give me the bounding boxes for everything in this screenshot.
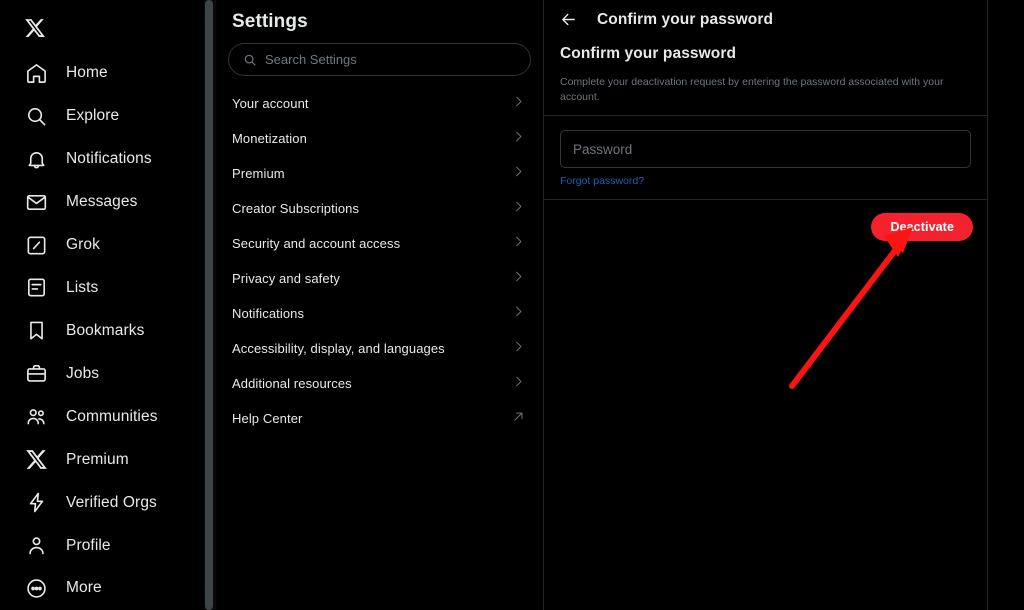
sidebar-item-label: Communities <box>66 407 158 425</box>
sidebar-item-label: Lists <box>66 278 99 296</box>
settings-item-security-and-account-access[interactable]: Security and account access <box>216 226 543 261</box>
settings-item-help-center[interactable]: Help Center <box>216 401 543 436</box>
sidebar-item-messages[interactable]: Messages <box>0 181 204 224</box>
bell-icon <box>24 147 48 171</box>
settings-search-wrapper: Search Settings <box>216 43 543 86</box>
back-arrow-icon[interactable] <box>557 9 579 31</box>
password-placeholder: Password <box>573 141 633 157</box>
settings-item-label: Monetization <box>232 131 307 146</box>
search-icon <box>24 104 48 128</box>
briefcase-icon <box>24 362 48 386</box>
settings-item-label: Help Center <box>232 411 303 426</box>
settings-item-premium[interactable]: Premium <box>216 156 543 191</box>
settings-item-accessibility-display-and-languages[interactable]: Accessibility, display, and languages <box>216 331 543 366</box>
search-placeholder: Search Settings <box>265 52 357 67</box>
section-description: Complete your deactivation request by en… <box>560 76 944 104</box>
sidebar-item-premium[interactable]: Premium <box>0 438 204 481</box>
panel-header-title: Confirm your password <box>597 10 774 28</box>
sidebar-item-communities[interactable]: Communities <box>0 395 204 438</box>
settings-item-your-account[interactable]: Your account <box>216 86 543 121</box>
settings-item-label: Creator Subscriptions <box>232 201 360 216</box>
chevron-right-icon <box>512 165 525 183</box>
confirm-password-panel: Confirm your password Confirm your passw… <box>544 0 988 610</box>
sidebar-item-label: Jobs <box>66 364 100 382</box>
section-heading-wrapper: Confirm your password <box>544 39 987 63</box>
password-block: Password Forgot password? <box>544 116 987 199</box>
settings-item-monetization[interactable]: Monetization <box>216 121 543 156</box>
sidebar-item-verified-orgs[interactable]: Verified Orgs <box>0 481 204 524</box>
lightning-icon <box>24 491 48 515</box>
bookmark-icon <box>24 319 48 343</box>
sidebar-item-label: More <box>66 579 102 597</box>
sidebar-item-profile[interactable]: Profile <box>0 524 204 567</box>
settings-item-notifications[interactable]: Notifications <box>216 296 543 331</box>
sidebar-item-grok[interactable]: Grok <box>0 224 204 267</box>
home-icon <box>24 61 48 85</box>
forgot-password-link[interactable]: Forgot password? <box>560 175 644 187</box>
settings-item-additional-resources[interactable]: Additional resources <box>216 366 543 401</box>
sidebar-item-lists[interactable]: Lists <box>0 267 204 310</box>
x-logo-icon[interactable] <box>0 4 204 52</box>
chevron-right-icon <box>512 235 525 253</box>
page-scrollbar[interactable] <box>204 0 216 610</box>
panel-header: Confirm your password <box>544 0 987 39</box>
sidebar-item-label: Messages <box>66 193 138 211</box>
right-gutter <box>988 0 1024 610</box>
chevron-right-icon <box>512 130 525 148</box>
sidebar-item-label: Explore <box>66 107 120 125</box>
sidebar-item-label: Notifications <box>66 150 152 168</box>
chevron-right-icon <box>512 375 525 393</box>
sidebar-item-label: Profile <box>66 536 111 554</box>
settings-item-label: Privacy and safety <box>232 271 341 286</box>
more-circle-icon <box>24 576 48 600</box>
sidebar-item-bookmarks[interactable]: Bookmarks <box>0 309 204 352</box>
scrollbar-thumb[interactable] <box>205 0 213 610</box>
section-title: Confirm your password <box>560 45 737 62</box>
deactivate-button[interactable]: Deactivate <box>871 213 973 242</box>
grok-icon <box>24 233 48 257</box>
search-icon <box>244 54 256 66</box>
settings-item-label: Your account <box>232 96 309 111</box>
envelope-icon <box>24 190 48 214</box>
action-row: Deactivate <box>544 200 987 242</box>
settings-item-label: Notifications <box>232 306 305 321</box>
chevron-right-icon <box>512 305 525 323</box>
search-input[interactable]: Search Settings <box>228 43 531 76</box>
x-settings-screen: Home Explore Notifications Messages Grok… <box>0 0 1024 610</box>
chevron-right-icon <box>512 95 525 113</box>
sidebar-item-label: Bookmarks <box>66 321 145 339</box>
sidebar-item-jobs[interactable]: Jobs <box>0 352 204 395</box>
settings-item-label: Accessibility, display, and languages <box>232 341 445 356</box>
chevron-right-icon <box>512 200 525 218</box>
settings-item-creator-subscriptions[interactable]: Creator Subscriptions <box>216 191 543 226</box>
primary-navigation: Home Explore Notifications Messages Grok… <box>0 0 204 610</box>
external-link-icon <box>512 410 525 428</box>
sidebar-item-label: Premium <box>66 450 129 468</box>
sidebar-item-home[interactable]: Home <box>0 52 204 95</box>
lists-icon <box>24 276 48 300</box>
sidebar-item-label: Verified Orgs <box>66 493 157 511</box>
sidebar-item-notifications[interactable]: Notifications <box>0 138 204 181</box>
person-icon <box>24 534 48 558</box>
settings-item-label: Premium <box>232 166 285 181</box>
settings-panel: Settings Search Settings Your account Mo… <box>216 0 544 610</box>
settings-item-label: Security and account access <box>232 236 401 251</box>
chevron-right-icon <box>512 340 525 358</box>
communities-icon <box>24 405 48 429</box>
sidebar-item-label: Grok <box>66 236 100 254</box>
sidebar-item-more[interactable]: More <box>0 567 204 610</box>
sidebar-item-explore[interactable]: Explore <box>0 95 204 138</box>
x-logo-icon <box>24 448 48 472</box>
settings-item-label: Additional resources <box>232 376 352 391</box>
settings-title: Settings <box>232 11 308 32</box>
password-field[interactable]: Password <box>560 130 971 169</box>
settings-item-privacy-and-safety[interactable]: Privacy and safety <box>216 261 543 296</box>
chevron-right-icon <box>512 270 525 288</box>
sidebar-item-label: Home <box>66 64 108 82</box>
